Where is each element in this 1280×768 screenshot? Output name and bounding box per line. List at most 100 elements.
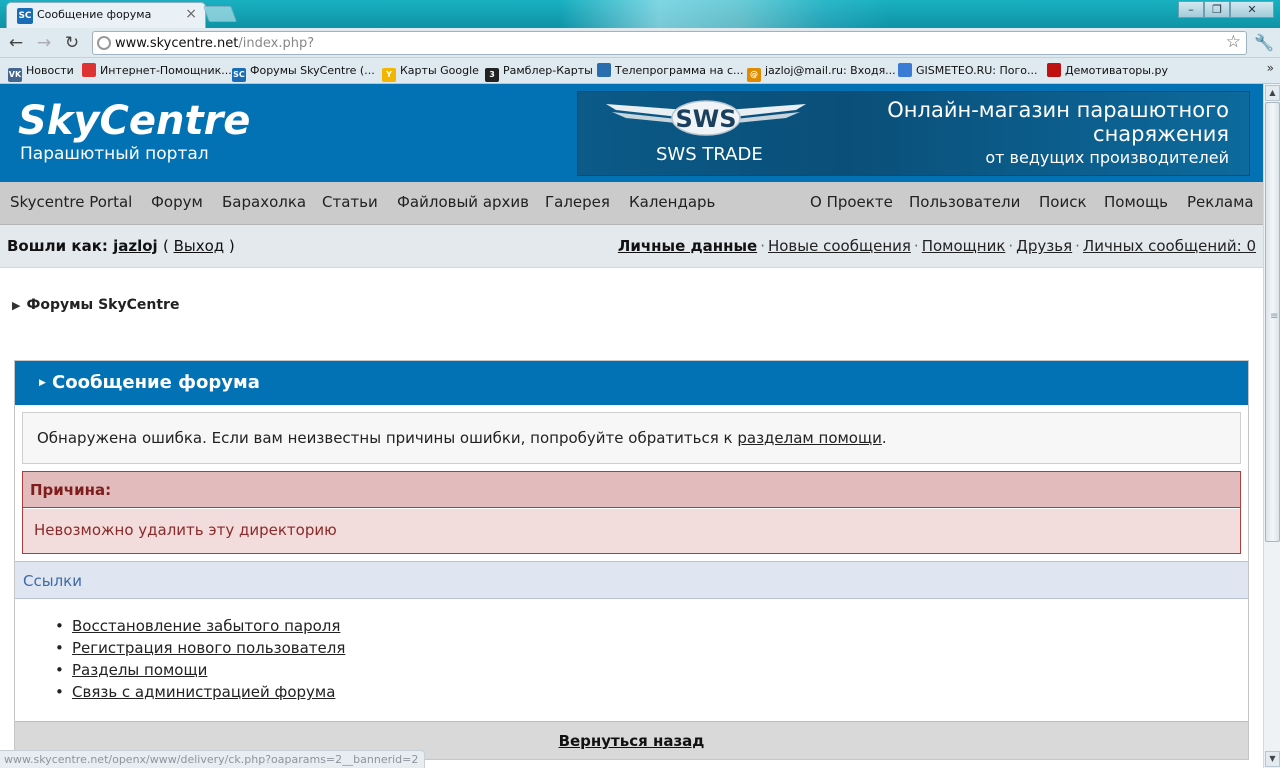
page-scrollbar[interactable]: ▲ ≡ ▼: [1263, 84, 1280, 768]
nav-file-archive[interactable]: Файловый архив: [397, 193, 529, 211]
bookmarks-bar: VK Новости Интернет-Помощник... SC Форумы Sk…: [0, 58, 1280, 84]
help-sections-link[interactable]: разделам помощи: [737, 429, 882, 447]
url-path: /index.php?: [238, 36, 315, 51]
bookmark-label: Демотиваторы.ру: [1065, 64, 1168, 77]
nav-flea-market[interactable]: Барахолка: [222, 193, 306, 211]
user-links: Личные данные · Новые сообщения · Помощник · Д…: [617, 237, 1256, 255]
globe-icon: [97, 36, 111, 50]
bookmark-item[interactable]: Телепрограмма на с...: [597, 63, 744, 79]
links-title: Ссылки: [23, 572, 82, 590]
skycentre-icon: SC: [232, 68, 246, 82]
logged-in-label: Вошли как:: [7, 237, 108, 255]
bullet-icon: •: [55, 617, 64, 635]
maximize-button[interactable]: ❐: [1204, 1, 1230, 18]
breadcrumb-forums[interactable]: Форумы SkyCentre: [26, 297, 179, 313]
window-close-button[interactable]: ✕: [1230, 1, 1274, 18]
recover-password-link[interactable]: Восстановление забытого пароля: [72, 617, 340, 635]
bullet-icon: •: [55, 683, 64, 701]
nav-calendar[interactable]: Календарь: [629, 193, 715, 211]
nav-forum[interactable]: Форум: [151, 193, 203, 211]
logout-link[interactable]: Выход: [174, 237, 225, 255]
window-titlebar: SC Сообщение форума × – ❐ ✕: [0, 0, 1280, 28]
forward-arrow-icon[interactable]: →: [33, 32, 55, 54]
scrollbar-thumb[interactable]: ≡: [1265, 102, 1280, 542]
triangle-right-icon: ▶: [39, 378, 46, 388]
wrench-icon[interactable]: 🔧: [1253, 32, 1275, 54]
status-url: www.skycentre.net/openx/www/delivery/ck.…: [4, 753, 419, 766]
contact-admin-link[interactable]: Связь с администрацией форума: [72, 683, 335, 701]
bookmark-item[interactable]: @ jazloj@mail.ru: Входя...: [747, 63, 896, 82]
google-maps-icon: Y: [382, 68, 396, 82]
banner-line2: снаряжения: [1093, 122, 1229, 146]
gismeteo-icon: [898, 63, 912, 77]
bookmark-label: Интернет-Помощник...: [100, 64, 232, 77]
bookmark-item[interactable]: SC Форумы SkyCentre (...: [232, 63, 375, 82]
reason-text: Невозможно удалить эту директорию: [34, 521, 337, 539]
bookmark-star-icon[interactable]: ☆: [1226, 32, 1241, 52]
nav-articles[interactable]: Статьи: [322, 193, 378, 211]
site-logo[interactable]: SkyCentre: [18, 98, 250, 144]
scroll-up-arrow-icon[interactable]: ▲: [1265, 85, 1280, 101]
titlebar-artwork: [560, 0, 890, 28]
status-bubble: www.skycentre.net/openx/www/delivery/ck.…: [0, 750, 425, 768]
new-tab-button[interactable]: [203, 6, 237, 22]
bullet-icon: •: [55, 639, 64, 657]
username-link[interactable]: jazloj: [113, 237, 158, 255]
bookmark-label: Карты Google: [400, 64, 479, 77]
bookmark-item[interactable]: Y Карты Google: [382, 63, 479, 82]
tab-close-icon[interactable]: ×: [185, 6, 197, 22]
address-bar[interactable]: www.skycentre.net/index.php? ☆: [92, 31, 1247, 55]
ad-banner[interactable]: SWS SWS TRADE Онлайн-магазин парашютного…: [577, 91, 1250, 176]
list-item: • Регистрация нового пользователя: [55, 639, 345, 661]
browser-toolbar: ← → ↻ www.skycentre.net/index.php? ☆ 🔧: [0, 28, 1280, 58]
user-bar: Вошли как: jazloj ( Выход ) Личные данны…: [0, 225, 1263, 268]
bookmark-label: GISMETEO.RU: Пого...: [916, 64, 1038, 77]
helper-link[interactable]: Помощник: [922, 237, 1006, 255]
reason-body: Невозможно удалить эту директорию: [23, 509, 1240, 553]
reason-title: Причина:: [30, 481, 112, 499]
list-item: • Восстановление забытого пароля: [55, 617, 345, 639]
nav-gallery[interactable]: Галерея: [545, 193, 610, 211]
go-back-link[interactable]: Вернуться назад: [15, 732, 1248, 750]
bookmark-item[interactable]: GISMETEO.RU: Пого...: [898, 63, 1037, 79]
rambler-icon: 3: [485, 68, 499, 82]
bookmark-item[interactable]: VK Новости: [8, 63, 74, 82]
site-header: SkyCentre Парашютный портал SWS SWS TRAD…: [0, 84, 1263, 182]
nav-portal[interactable]: Skycentre Portal: [10, 193, 132, 211]
demotivators-icon: [1047, 63, 1061, 77]
minimize-button[interactable]: –: [1178, 1, 1204, 18]
profile-link[interactable]: Личные данные: [618, 237, 757, 255]
back-arrow-icon[interactable]: ←: [5, 32, 27, 54]
bookmarks-more-icon[interactable]: »: [1267, 61, 1274, 75]
breadcrumb-arrow-icon: ▶: [12, 299, 21, 312]
logged-in-info: Вошли как: jazloj ( Выход ): [7, 237, 235, 255]
new-posts-link[interactable]: Новые сообщения: [768, 237, 911, 255]
tab-title: Сообщение форума: [37, 8, 152, 21]
bookmark-item[interactable]: 3 Рамблер-Карты: [485, 63, 593, 82]
reason-header: Причина:: [23, 472, 1240, 508]
bookmark-label: Форумы SkyCentre (...: [250, 64, 375, 77]
private-messages-link[interactable]: Личных сообщений: 0: [1083, 237, 1256, 255]
tv-icon: [597, 63, 611, 77]
scroll-down-arrow-icon[interactable]: ▼: [1265, 751, 1280, 767]
friends-link[interactable]: Друзья: [1016, 237, 1072, 255]
nav-about[interactable]: О Проекте: [810, 193, 893, 211]
nav-users[interactable]: Пользователи: [909, 193, 1020, 211]
nav-help[interactable]: Помощь: [1104, 193, 1168, 211]
bookmark-item[interactable]: Демотиваторы.ру: [1047, 63, 1168, 79]
help-link[interactable]: Разделы помощи: [72, 661, 207, 679]
banner-line3: от ведущих производителей: [985, 148, 1229, 167]
reload-icon[interactable]: ↻: [61, 32, 83, 54]
mail-ru-icon: @: [747, 68, 761, 82]
nav-advertising[interactable]: Реклама: [1187, 193, 1254, 211]
tab-active[interactable]: SC Сообщение форума ×: [6, 2, 206, 28]
error-reason-box: Причина: Невозможно удалить эту директор…: [22, 471, 1241, 554]
bookmark-label: Рамблер-Карты: [503, 64, 593, 77]
list-item: • Связь с администрацией форума: [55, 683, 345, 705]
nav-search[interactable]: Поиск: [1039, 193, 1087, 211]
bookmark-item[interactable]: Интернет-Помощник...: [82, 63, 232, 79]
forum-message-panel: ▶ Сообщение форума Обнаружена ошибка. Ес…: [14, 360, 1249, 760]
register-link[interactable]: Регистрация нового пользователя: [72, 639, 345, 657]
sws-wings-logo-icon: SWS: [606, 100, 806, 136]
bookmark-label: Новости: [26, 64, 74, 77]
